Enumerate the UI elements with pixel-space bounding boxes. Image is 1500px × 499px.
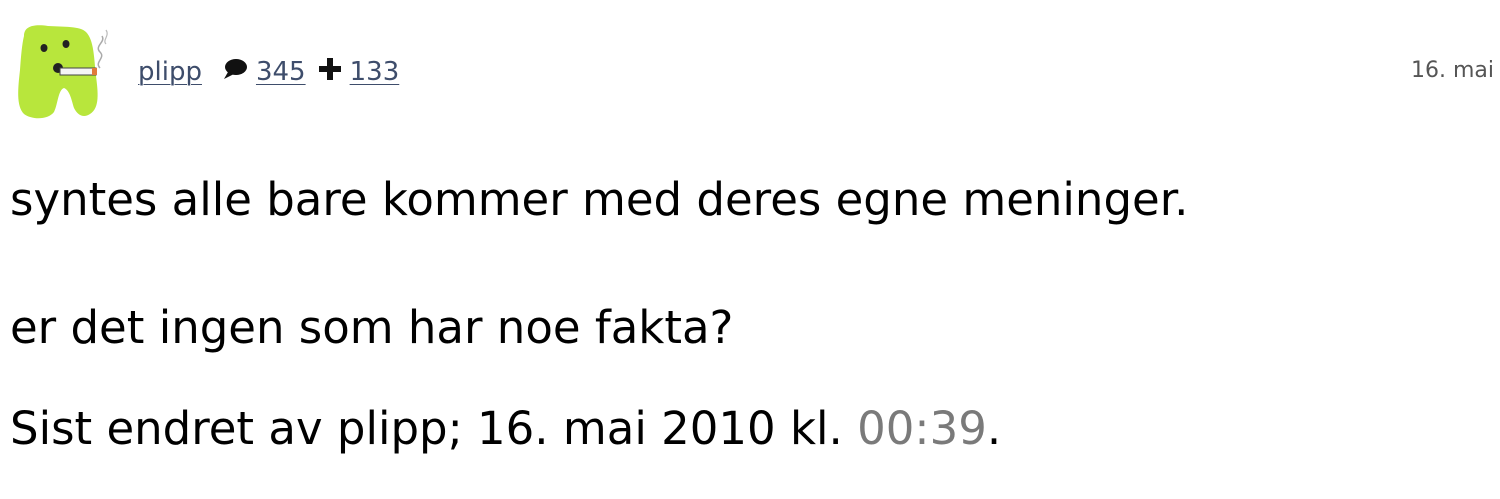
post-date: 16. mai	[1410, 58, 1494, 83]
edited-note: Sist endret av plipp; 16. mai 2010 kl. 0…	[10, 399, 1001, 459]
post-body-line: er det ingen som har noe fakta?	[10, 301, 734, 354]
user-avatar[interactable]	[14, 18, 124, 122]
post-header: plipp 345 133	[138, 52, 399, 92]
username-link[interactable]: plipp	[138, 57, 202, 87]
forum-post: plipp 345 133 16. mai syntes alle bare k…	[0, 0, 1500, 499]
likes-count-link[interactable]: 133	[350, 57, 400, 87]
likes-stat: 133	[318, 57, 400, 88]
avatar-image	[18, 25, 108, 119]
edited-note-suffix: .	[986, 402, 1002, 455]
edited-note-text: Sist endret av plipp; 16. mai 2010 kl.	[10, 402, 858, 455]
post-body-line: syntes alle bare kommer med deres egne m…	[10, 173, 1189, 226]
posts-stat: 345	[222, 57, 306, 87]
speech-bubble-icon	[222, 57, 248, 87]
plus-icon	[318, 57, 342, 88]
edited-time: 00:39	[857, 402, 987, 455]
posts-count-link[interactable]: 345	[256, 57, 306, 87]
